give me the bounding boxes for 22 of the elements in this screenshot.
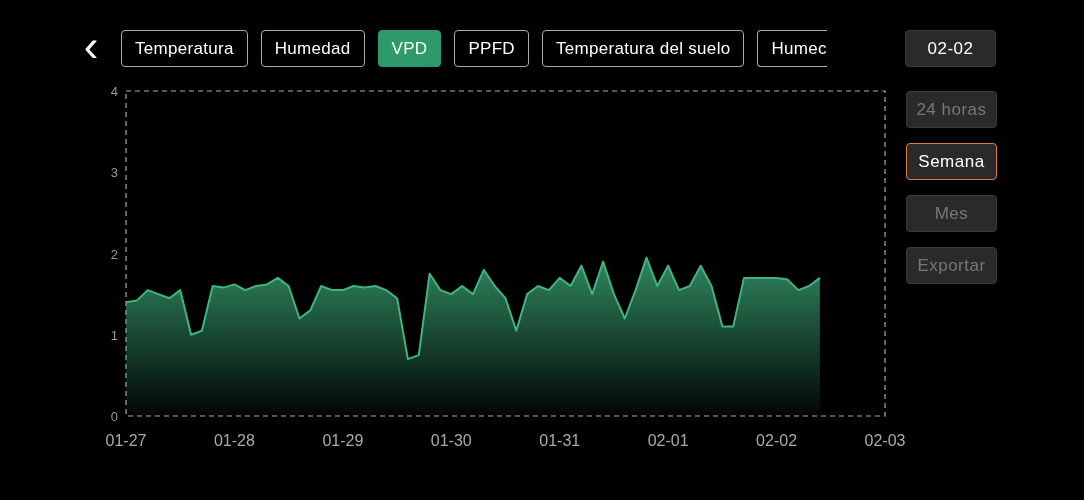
range-button[interactable]: Semana <box>906 143 997 180</box>
y-tick-label: 3 <box>110 165 118 181</box>
chart-tab[interactable]: Temperatura <box>121 30 248 67</box>
y-tick-label: 0 <box>110 409 118 424</box>
chart-tab[interactable]: VPD <box>377 30 442 67</box>
y-tick-label: 4 <box>110 84 118 99</box>
x-tick-label: 02-03 <box>864 432 906 449</box>
x-tick-label: 01-28 <box>213 432 255 449</box>
x-tick-label: 01-27 <box>105 432 147 449</box>
x-tick-label: 01-30 <box>430 432 472 449</box>
chart-tab[interactable]: Humec <box>757 30 827 67</box>
y-tick-label: 2 <box>110 246 118 262</box>
chart-tab[interactable]: Temperatura del suelo <box>541 30 745 67</box>
x-tick-label: 01-29 <box>322 432 364 449</box>
x-tick-label: 02-01 <box>647 432 689 449</box>
x-tick-label: 01-31 <box>539 432 581 449</box>
back-button[interactable]: ‹ <box>76 30 106 67</box>
x-tick-label: 02-02 <box>756 432 798 449</box>
date-button[interactable]: 02-02 <box>905 30 996 67</box>
chart-tab[interactable]: PPFD <box>454 30 529 67</box>
y-tick-label: 1 <box>110 327 118 343</box>
chart-tab[interactable]: Humedad <box>260 30 365 67</box>
